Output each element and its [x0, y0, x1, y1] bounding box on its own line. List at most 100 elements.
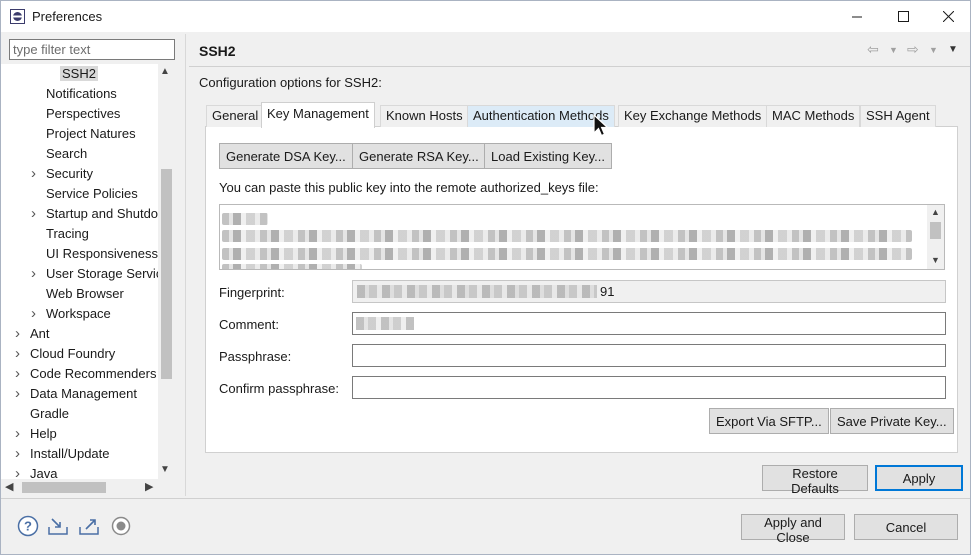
apply-and-close-button[interactable]: Apply and Close [741, 514, 845, 545]
scroll-thumb[interactable] [930, 222, 941, 239]
tree-item[interactable]: › Help [15, 424, 57, 444]
comment-field[interactable] [352, 312, 946, 335]
footer-separator [1, 498, 970, 499]
scroll-left-icon[interactable]: ◀ [5, 480, 13, 493]
tab-key-management[interactable]: Key Management [261, 102, 375, 128]
expand-arrow-icon[interactable]: › [31, 204, 41, 224]
tree-item[interactable]: SSH2 [60, 64, 98, 84]
tree-item[interactable]: Project Natures [46, 124, 136, 144]
tree-item[interactable]: › Data Management [15, 384, 137, 404]
expand-arrow-icon[interactable]: › [15, 344, 25, 364]
passphrase-label: Passphrase: [219, 349, 292, 364]
tree-item[interactable]: Perspectives [46, 104, 120, 124]
scroll-thumb[interactable] [161, 169, 172, 379]
fingerprint-value: 91 [600, 284, 615, 299]
tree-item-label: Gradle [30, 406, 70, 421]
expand-arrow-icon[interactable]: › [15, 324, 25, 344]
tree-item[interactable]: Search [46, 144, 87, 164]
tree-item[interactable]: › Ant [15, 324, 50, 344]
minimize-icon [851, 16, 862, 18]
tab-key-exchange-methods[interactable]: Key Exchange Methods [618, 105, 768, 127]
expand-arrow-icon[interactable]: › [31, 264, 41, 284]
save-private-key-button[interactable]: Save Private Key... [830, 408, 954, 434]
tree-item[interactable]: › Startup and Shutdo [31, 204, 158, 224]
tree-item[interactable]: Service Policies [46, 184, 138, 204]
tree-item-label: Cloud Foundry [30, 346, 116, 361]
tree-item-label: UI Responsiveness [46, 246, 158, 261]
maximize-icon [897, 11, 909, 22]
expand-arrow-icon[interactable]: › [15, 384, 25, 404]
tree-horizontal-scrollbar[interactable]: ◀ ▶ [1, 479, 175, 496]
tree-item-label: Ant [30, 326, 50, 341]
cancel-button[interactable]: Cancel [854, 514, 958, 540]
scroll-right-icon[interactable]: ▶ [145, 480, 153, 493]
help-icon[interactable]: ? [17, 515, 39, 537]
minimize-button[interactable] [834, 1, 880, 32]
tab-mac-methods[interactable]: MAC Methods [766, 105, 861, 127]
import-icon[interactable] [47, 515, 69, 537]
expand-arrow-icon[interactable]: › [31, 304, 41, 324]
pane-divider[interactable] [185, 34, 186, 496]
key-vertical-scrollbar[interactable]: ▲ ▼ [927, 205, 944, 269]
tree-item[interactable]: › Install/Update [15, 444, 110, 464]
preferences-window: Preferences SSH2 Notifications Perspective… [0, 0, 971, 555]
tree-item[interactable]: Gradle [30, 404, 69, 424]
tree-item[interactable]: UI Responsiveness [46, 244, 158, 264]
scroll-up-icon[interactable]: ▲ [931, 207, 940, 217]
tree-item[interactable]: › Workspace [31, 304, 111, 324]
tree-item-label: Search [46, 146, 88, 161]
fingerprint-label: Fingerprint: [219, 285, 285, 300]
expand-arrow-icon[interactable]: › [15, 424, 25, 444]
tree-item-label: Help [30, 426, 57, 441]
tab-ssh-agent[interactable]: SSH Agent [860, 105, 936, 127]
tree-item-label: Security [46, 166, 93, 181]
record-icon[interactable] [110, 515, 132, 537]
tree-vertical-scrollbar[interactable]: ▲ ▼ [158, 64, 175, 479]
generate-dsa-key-button[interactable]: Generate DSA Key... [219, 143, 353, 169]
passphrase-field[interactable] [352, 344, 946, 367]
forward-arrow-icon[interactable]: ⇨ [907, 41, 919, 58]
confirm-passphrase-label: Confirm passphrase: [219, 381, 339, 396]
filter-input[interactable] [9, 39, 175, 60]
tree-item[interactable]: Notifications [46, 84, 117, 104]
tree-item[interactable]: › User Storage Servic [31, 264, 162, 284]
tree-item-label: Project Natures [46, 126, 136, 141]
tab-known-hosts[interactable]: Known Hosts [380, 105, 469, 127]
tab-general[interactable]: General [206, 105, 265, 127]
export-icon[interactable] [78, 515, 100, 537]
expand-arrow-icon[interactable]: › [15, 444, 25, 464]
tab-label: General [212, 108, 259, 123]
fingerprint-field[interactable]: 91 [352, 280, 946, 303]
tree-item[interactable]: › Code Recommenders [15, 364, 156, 384]
restore-defaults-button[interactable]: Restore Defaults [762, 465, 868, 496]
back-arrow-icon[interactable]: ⇦ [867, 41, 879, 58]
tree-item[interactable]: › Java [15, 464, 57, 479]
back-dropdown-icon[interactable]: ▼ [889, 45, 898, 55]
close-button[interactable] [925, 1, 971, 32]
tab-label: SSH Agent [866, 108, 930, 123]
maximize-button[interactable] [880, 1, 926, 32]
config-label: Configuration options for SSH2: [199, 75, 382, 90]
view-menu-icon[interactable]: ▼ [948, 44, 958, 55]
generate-rsa-key-button[interactable]: Generate RSA Key... [352, 143, 486, 169]
load-existing-key-button[interactable]: Load Existing Key... [484, 143, 612, 169]
tree-item[interactable]: Tracing [46, 224, 89, 244]
forward-dropdown-icon[interactable]: ▼ [929, 45, 938, 55]
expand-arrow-icon[interactable]: › [31, 164, 41, 184]
tree-item[interactable]: › Security [31, 164, 93, 184]
confirm-passphrase-field[interactable] [352, 376, 946, 399]
tree-item[interactable]: Web Browser [46, 284, 124, 304]
expand-arrow-icon[interactable]: › [15, 464, 25, 479]
scroll-up-icon[interactable]: ▲ [160, 66, 170, 77]
tree-item-label: Data Management [30, 386, 137, 401]
scroll-thumb[interactable] [22, 482, 106, 493]
expand-arrow-icon[interactable]: › [15, 364, 25, 384]
scroll-down-icon[interactable]: ▼ [931, 255, 940, 265]
scroll-down-icon[interactable]: ▼ [160, 464, 170, 475]
export-via-sftp-button[interactable]: Export Via SFTP... [709, 408, 829, 434]
apply-button[interactable]: Apply [875, 465, 963, 491]
redacted-comment [356, 317, 414, 330]
public-key-textarea[interactable]: ▲ ▼ [219, 204, 945, 270]
tree-item[interactable]: › Cloud Foundry [15, 344, 116, 364]
tree-item-label: Perspectives [46, 106, 121, 121]
